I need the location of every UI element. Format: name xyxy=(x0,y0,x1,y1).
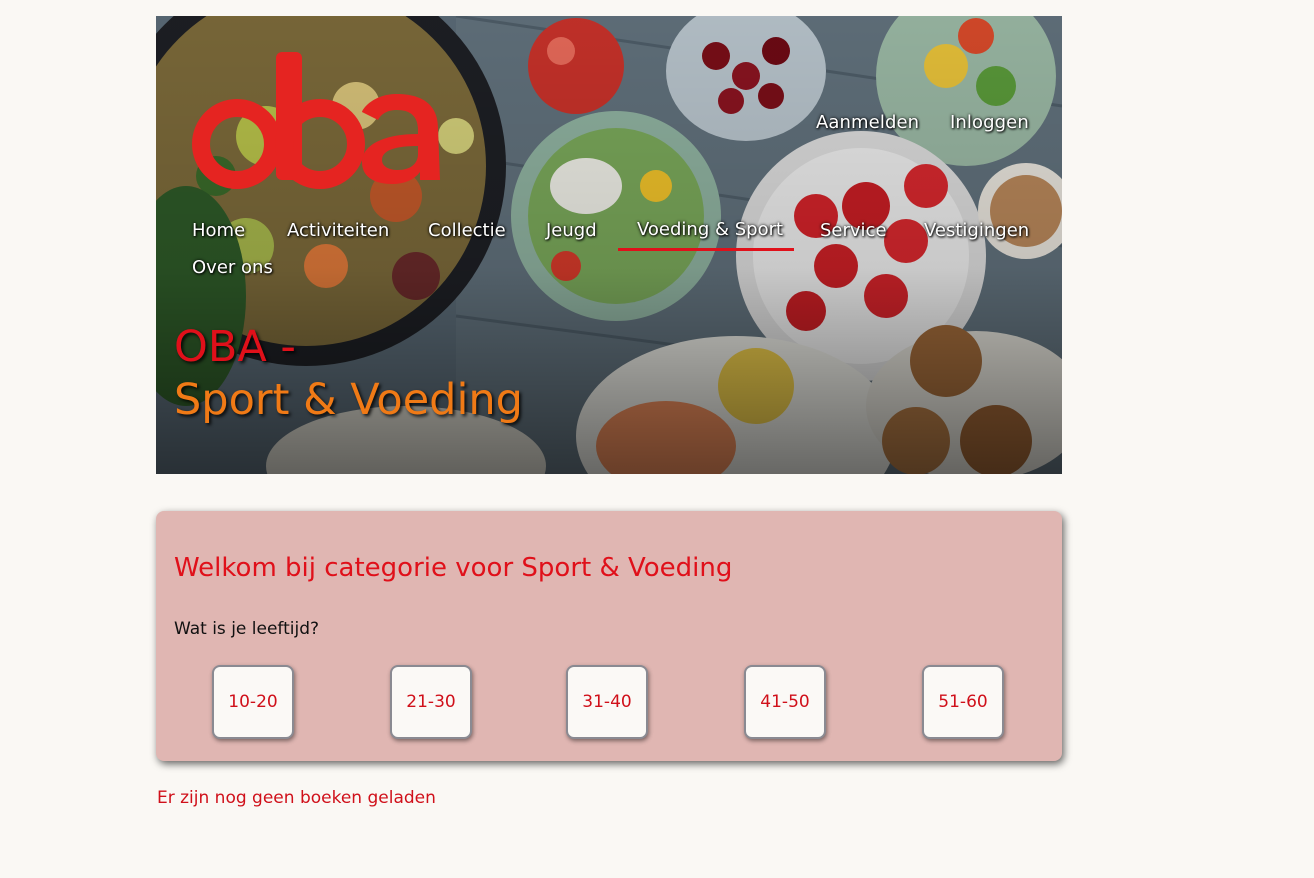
age-button-31-40[interactable]: 31-40 xyxy=(566,665,648,739)
nav-item-over-ons[interactable]: Over ons xyxy=(192,257,273,278)
card-title: Welkom bij categorie voor Sport & Voedin… xyxy=(174,553,733,583)
nav-item-collectie[interactable]: Collectie xyxy=(428,220,506,241)
nav-item-home[interactable]: Home xyxy=(192,220,245,241)
nav-item-vestigingen[interactable]: Vestigingen xyxy=(924,220,1029,241)
age-button-21-30[interactable]: 21-30 xyxy=(390,665,472,739)
nav-item-service[interactable]: Service xyxy=(820,220,887,241)
oba-logo[interactable]: oba xyxy=(192,50,442,200)
active-nav-indicator xyxy=(618,248,794,251)
nav-item-jeugd[interactable]: Jeugd xyxy=(546,220,597,241)
hero-banner: oba Aanmelden Inloggen Home Activiteiten… xyxy=(156,16,1062,474)
age-button-10-20[interactable]: 10-20 xyxy=(212,665,294,739)
books-status-message: Er zijn nog geen boeken geladen xyxy=(157,788,436,808)
age-button-41-50[interactable]: 41-50 xyxy=(744,665,826,739)
page: oba Aanmelden Inloggen Home Activiteiten… xyxy=(0,0,1314,878)
hero-title: OBA - Sport & Voeding xyxy=(174,321,523,427)
nav-item-activiteiten[interactable]: Activiteiten xyxy=(287,220,389,241)
hero-title-line1: OBA - xyxy=(174,322,296,372)
nav-item-voeding-sport[interactable]: Voeding & Sport xyxy=(637,219,783,240)
age-button-51-60[interactable]: 51-60 xyxy=(922,665,1004,739)
register-link[interactable]: Aanmelden xyxy=(816,112,919,133)
hero-title-line2: Sport & Voeding xyxy=(174,375,523,425)
age-selection-card: Welkom bij categorie voor Sport & Voedin… xyxy=(156,511,1062,761)
login-link[interactable]: Inloggen xyxy=(950,112,1029,133)
age-question: Wat is je leeftijd? xyxy=(174,619,320,639)
